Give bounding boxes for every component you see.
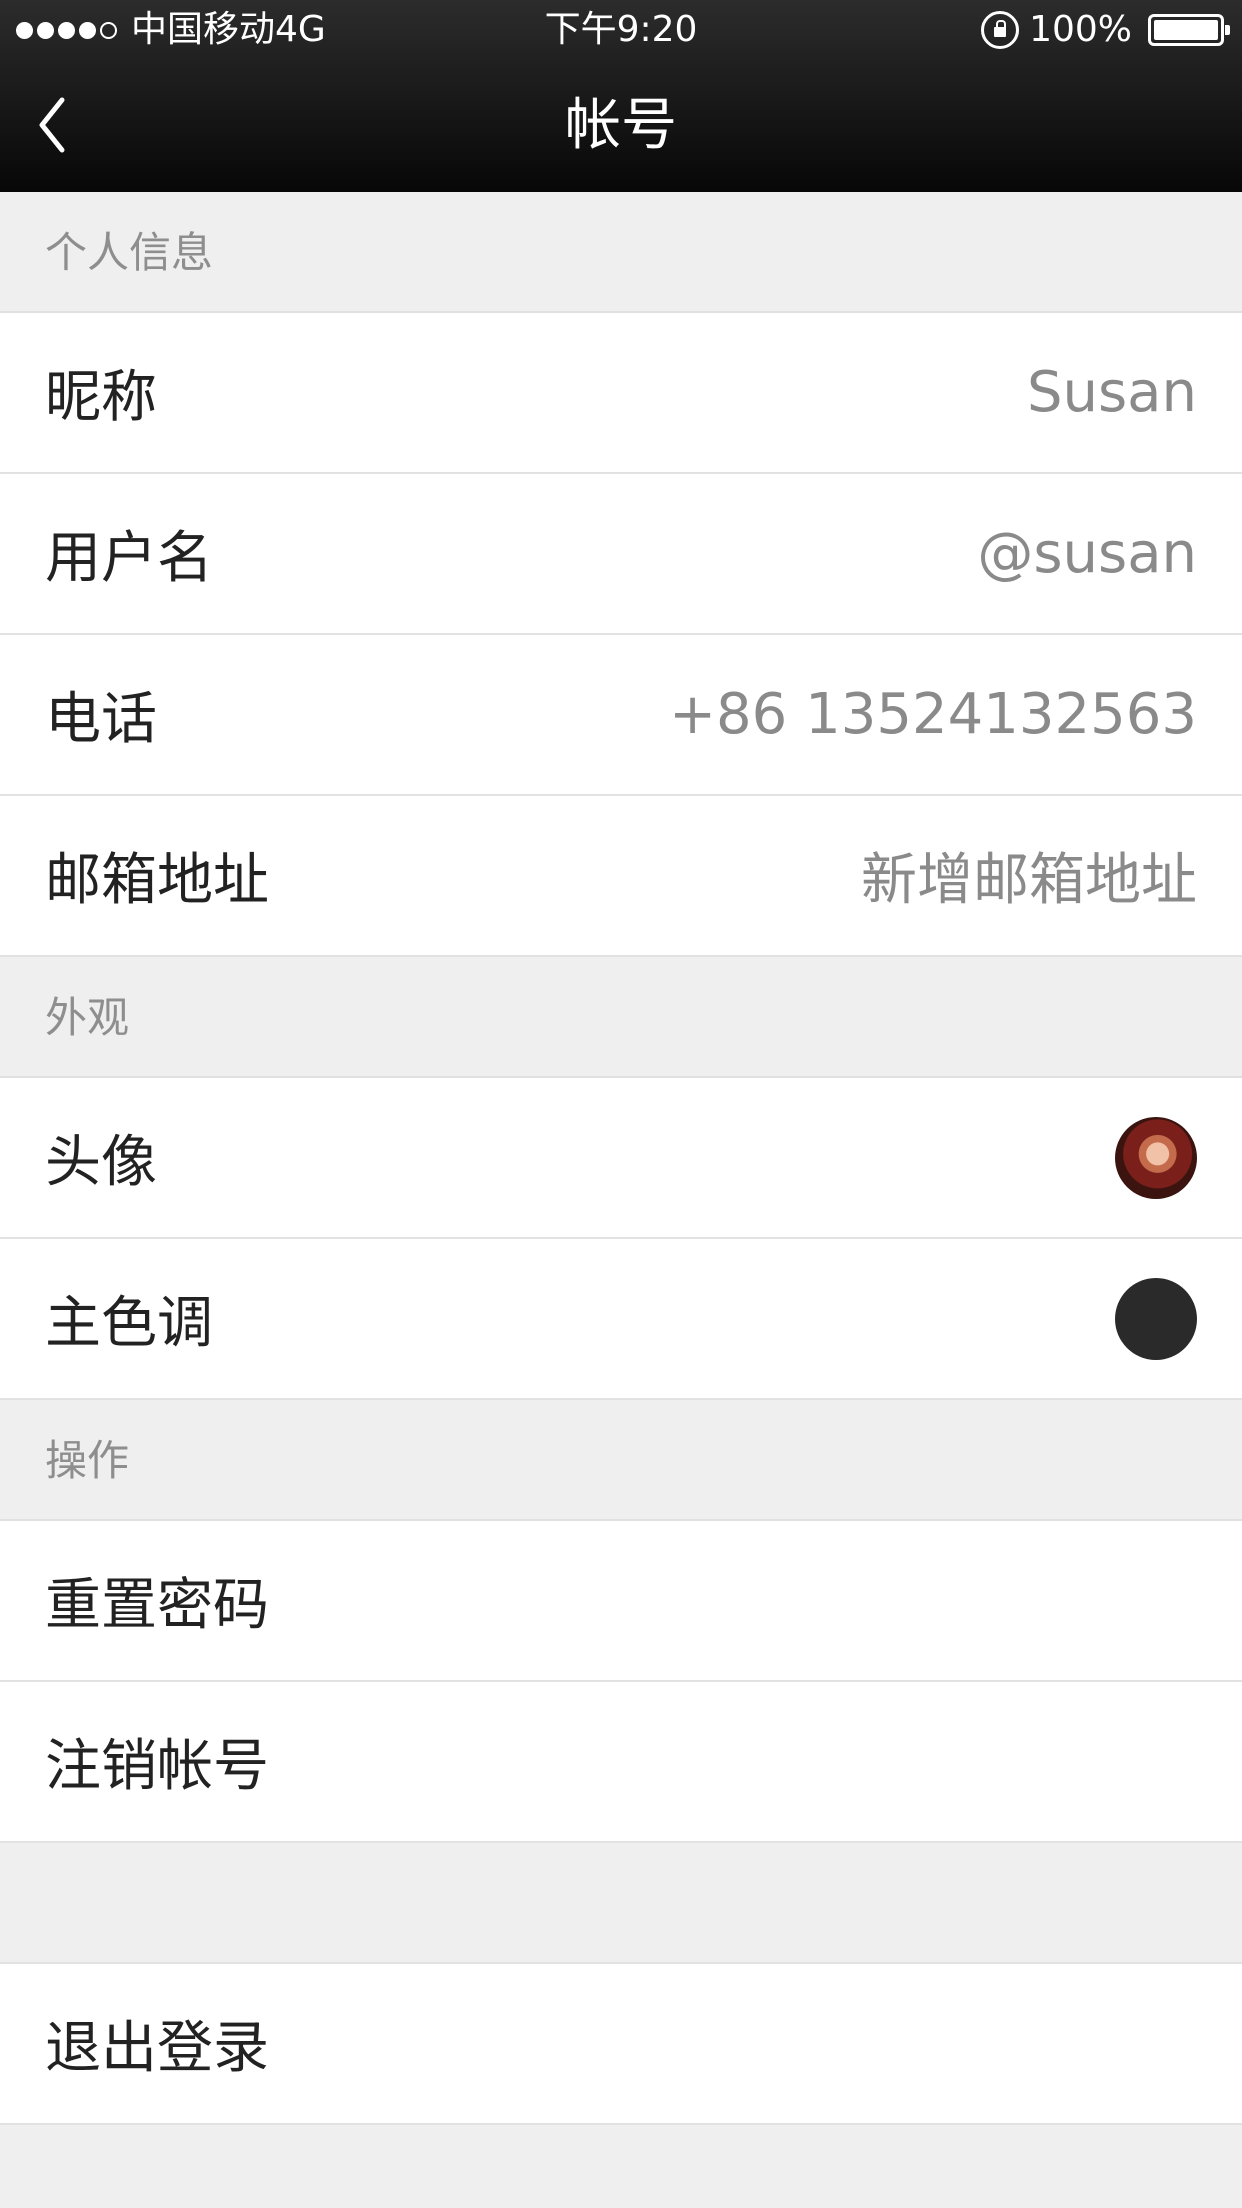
section-header-personal: 个人信息	[0, 192, 1242, 313]
battery-percent: 100%	[1029, 9, 1132, 50]
username-value: @susan	[977, 521, 1197, 586]
page-title: 帐号	[565, 93, 677, 158]
theme-color-swatch	[1115, 1277, 1197, 1360]
nickname-label: 昵称	[45, 365, 157, 430]
reset-password-label: 重置密码	[45, 1573, 269, 1638]
logout-label: 退出登录	[45, 2016, 269, 2081]
nickname-row[interactable]: 昵称 Susan	[0, 313, 1242, 474]
battery-icon	[1148, 14, 1230, 46]
section-header-appearance: 外观	[0, 957, 1242, 1078]
phone-row[interactable]: 电话 +86 13524132563	[0, 635, 1242, 796]
avatar-row[interactable]: 头像	[0, 1078, 1242, 1239]
username-row[interactable]: 用户名 @susan	[0, 474, 1242, 635]
section-header-actions: 操作	[0, 1400, 1242, 1521]
status-right: 100%	[981, 0, 1230, 60]
email-row[interactable]: 邮箱地址 新增邮箱地址	[0, 796, 1242, 957]
phone-value: +86 13524132563	[669, 682, 1197, 747]
top-bar: 中国移动4G 下午9:20 100% 帐号	[0, 0, 1242, 192]
delete-account-label: 注销帐号	[45, 1734, 269, 1799]
email-value: 新增邮箱地址	[861, 848, 1197, 913]
avatar	[1115, 1116, 1197, 1199]
email-label: 邮箱地址	[45, 848, 269, 913]
phone-label: 电话	[45, 687, 157, 752]
logout-row[interactable]: 退出登录	[0, 1964, 1242, 2125]
nickname-value: Susan	[1026, 360, 1197, 425]
status-bar: 中国移动4G 下午9:20 100%	[0, 0, 1242, 60]
delete-account-row[interactable]: 注销帐号	[0, 1682, 1242, 1843]
theme-color-row[interactable]: 主色调	[0, 1239, 1242, 1400]
avatar-label: 头像	[45, 1130, 157, 1195]
section-spacer	[0, 1843, 1242, 1964]
rotation-lock-icon	[981, 11, 1020, 49]
settings-list: 个人信息 昵称 Susan 用户名 @susan 电话 +86 13524132…	[0, 192, 1242, 2125]
username-label: 用户名	[45, 526, 213, 591]
navigation-bar: 帐号	[0, 60, 1242, 192]
reset-password-row[interactable]: 重置密码	[0, 1521, 1242, 1682]
theme-color-label: 主色调	[45, 1291, 213, 1356]
